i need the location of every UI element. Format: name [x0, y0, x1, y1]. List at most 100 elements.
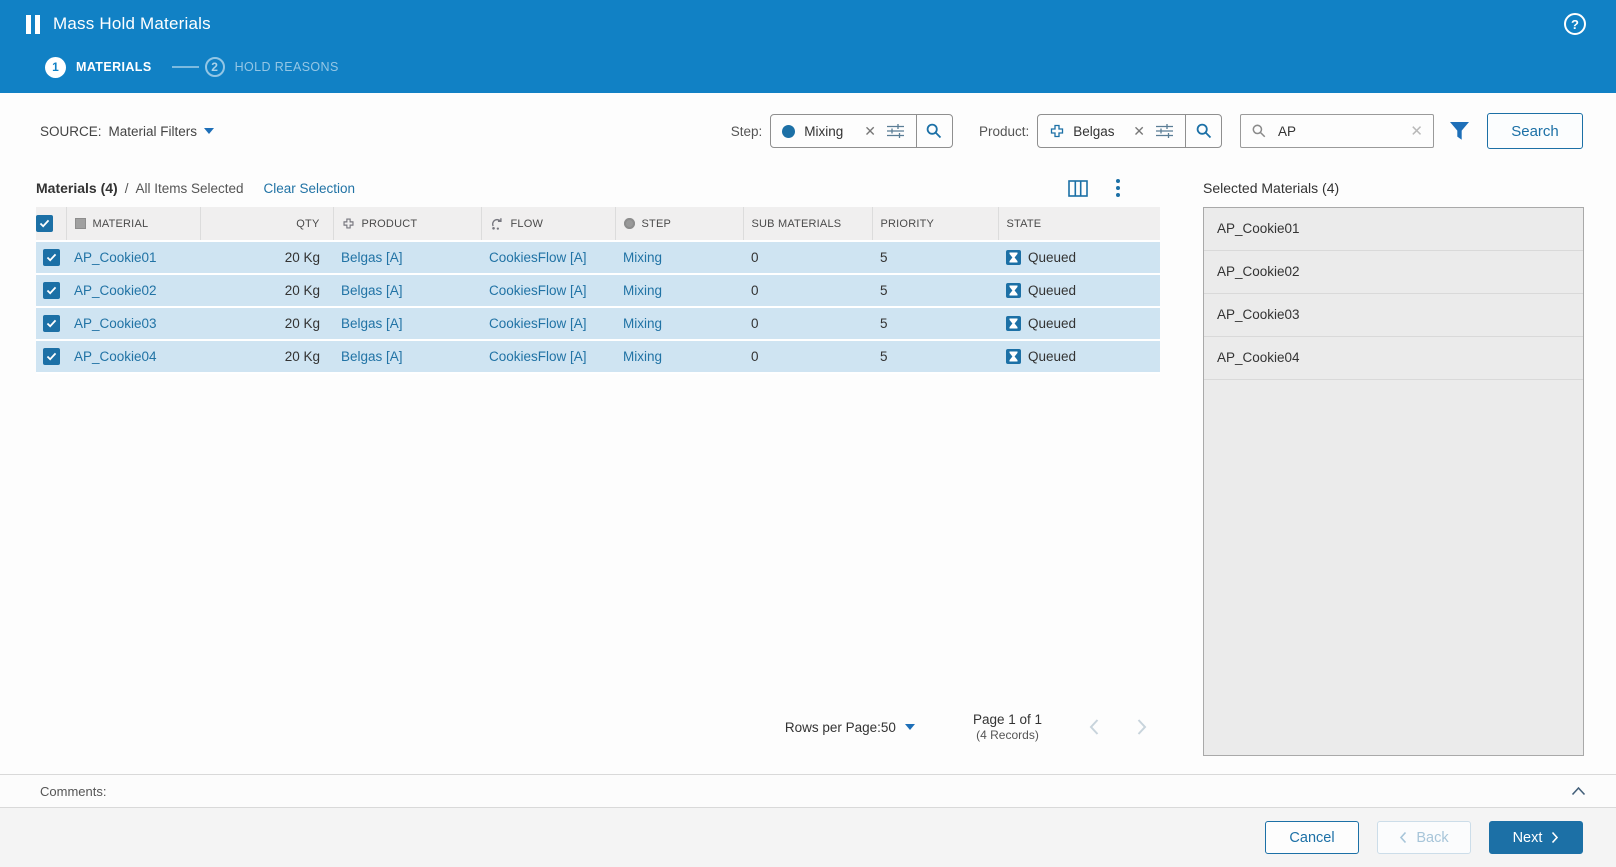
chevron-down-icon	[204, 128, 215, 134]
clear-selection-link[interactable]: Clear Selection	[264, 181, 356, 196]
column-header-state[interactable]: STATE	[1007, 218, 1042, 230]
filter-funnel-button[interactable]	[1448, 120, 1471, 142]
cancel-button[interactable]: Cancel	[1265, 821, 1359, 854]
column-header-material[interactable]: MATERIAL	[93, 218, 149, 230]
list-item: AP_Cookie03	[1204, 294, 1583, 337]
product-filter-chip: Belgas ✕	[1037, 114, 1222, 148]
materials-count-title: Materials (4)	[36, 180, 118, 196]
qty-cell: 20 Kg	[200, 340, 333, 374]
next-page-button[interactable]	[1136, 718, 1148, 736]
source-value: Material Filters	[108, 123, 198, 139]
state-badge: Queued	[1028, 316, 1077, 331]
flow-link[interactable]: CookiesFlow [A]	[489, 283, 587, 298]
selected-materials-title: Selected Materials (4)	[1203, 180, 1340, 196]
wizard-step-1-circle[interactable]: 1	[45, 56, 66, 78]
table-row: AP_Cookie03 20 Kg Belgas [A] CookiesFlow…	[36, 307, 1160, 341]
step-link[interactable]: Mixing	[623, 250, 662, 265]
step-link[interactable]: Mixing	[623, 316, 662, 331]
previous-page-button[interactable]	[1088, 718, 1100, 736]
materials-table: MATERIAL QTY PRODUCT FLOW STEP SUB MATER…	[36, 207, 1160, 374]
row-checkbox[interactable]	[42, 282, 60, 299]
material-link[interactable]: AP_Cookie01	[74, 250, 157, 265]
step-filter-value: Mixing	[804, 123, 844, 139]
selected-materials-section: Selected Materials (4) AP_Cookie01 AP_Co…	[1203, 169, 1584, 756]
chevron-up-icon	[1571, 786, 1586, 796]
back-button[interactable]: Back	[1377, 821, 1471, 854]
hourglass-icon	[1006, 316, 1021, 331]
source-label: SOURCE:	[40, 123, 102, 139]
product-link[interactable]: Belgas [A]	[341, 283, 403, 298]
product-icon	[1049, 123, 1065, 139]
step-filter-label: Step:	[730, 123, 763, 139]
remove-product-filter-button[interactable]: ✕	[1133, 124, 1145, 138]
sub-materials-cell: 0	[743, 307, 872, 341]
page-indicator: Page 1 of 1	[972, 712, 1042, 727]
select-all-checkbox[interactable]	[36, 215, 53, 232]
remove-step-filter-button[interactable]: ✕	[864, 124, 876, 138]
next-button[interactable]: Next	[1489, 821, 1583, 854]
column-header-product[interactable]: PRODUCT	[362, 218, 418, 230]
product-filter-settings-icon[interactable]	[1155, 123, 1174, 139]
column-chooser-icon[interactable]	[1068, 179, 1088, 197]
wizard-steps: 1 MATERIALS 2 HOLD REASONS	[0, 48, 1616, 86]
mass-hold-materials-window: Mass Hold Materials ? 1 MATERIALS 2 HOLD…	[0, 0, 1616, 867]
materials-table-section: Materials (4) / All Items Selected Clear…	[36, 169, 1160, 756]
material-search-input[interactable]	[1276, 122, 1402, 140]
column-header-sub-materials[interactable]: SUB MATERIALS	[752, 218, 842, 230]
step-search-button[interactable]	[915, 115, 952, 147]
wizard-footer: Cancel Back Next	[0, 808, 1616, 867]
column-header-step[interactable]: STEP	[642, 218, 672, 230]
product-filter-label: Product:	[978, 123, 1030, 139]
qty-cell: 20 Kg	[200, 241, 333, 275]
flow-link[interactable]: CookiesFlow [A]	[489, 316, 587, 331]
list-item: AP_Cookie01	[1204, 208, 1583, 251]
priority-cell: 5	[872, 241, 998, 275]
rows-per-page-value: 50	[880, 719, 896, 735]
flow-link[interactable]: CookiesFlow [A]	[489, 349, 587, 364]
priority-cell: 5	[872, 340, 998, 374]
chevron-right-icon	[1137, 719, 1147, 735]
rows-per-page-label: Rows per Page:	[784, 719, 881, 735]
search-icon	[1251, 123, 1267, 139]
column-header-priority[interactable]: PRIORITY	[881, 218, 935, 230]
column-header-qty[interactable]: QTY	[296, 218, 319, 230]
help-icon[interactable]: ?	[1564, 13, 1586, 35]
comments-section: Comments:	[0, 774, 1616, 808]
title-divider: /	[124, 180, 129, 196]
flow-icon	[490, 217, 504, 230]
wizard-step-2-label[interactable]: HOLD REASONS	[235, 60, 339, 74]
priority-cell: 5	[872, 307, 998, 341]
material-link[interactable]: AP_Cookie04	[74, 349, 157, 364]
comments-label: Comments:	[40, 783, 107, 799]
flow-link[interactable]: CookiesFlow [A]	[489, 250, 587, 265]
rows-per-page-dropdown[interactable]: Rows per Page: 50	[785, 720, 915, 735]
wizard-step-2-circle[interactable]: 2	[204, 57, 225, 77]
row-checkbox[interactable]	[42, 348, 60, 365]
table-row: AP_Cookie02 20 Kg Belgas [A] CookiesFlow…	[36, 274, 1160, 308]
collapse-comments-button[interactable]	[1571, 786, 1586, 796]
step-filter-settings-icon[interactable]	[886, 123, 905, 139]
funnel-icon	[1450, 122, 1469, 140]
material-link[interactable]: AP_Cookie03	[74, 316, 157, 331]
table-row: AP_Cookie01 20 Kg Belgas [A] CookiesFlow…	[36, 241, 1160, 275]
clear-search-icon[interactable]: ✕	[1410, 124, 1423, 139]
product-link[interactable]: Belgas [A]	[341, 250, 403, 265]
wizard-step-1-label[interactable]: MATERIALS	[76, 60, 152, 74]
selection-status: All Items Selected	[135, 180, 244, 196]
step-link[interactable]: Mixing	[623, 349, 662, 364]
product-search-button[interactable]	[1185, 115, 1221, 147]
product-link[interactable]: Belgas [A]	[341, 316, 403, 331]
product-link[interactable]: Belgas [A]	[341, 349, 403, 364]
row-checkbox[interactable]	[42, 315, 60, 332]
state-badge: Queued	[1028, 283, 1077, 298]
row-checkbox[interactable]	[42, 249, 60, 266]
selected-materials-list: AP_Cookie01 AP_Cookie02 AP_Cookie03 AP_C…	[1203, 207, 1584, 756]
source-filter-dropdown[interactable]: SOURCE: Material Filters	[40, 123, 215, 139]
chevron-left-icon	[1400, 831, 1407, 844]
search-button[interactable]: Search	[1487, 113, 1583, 149]
more-options-kebab-icon[interactable]	[1116, 179, 1120, 197]
material-link[interactable]: AP_Cookie02	[74, 283, 157, 298]
qty-cell: 20 Kg	[200, 274, 333, 308]
step-link[interactable]: Mixing	[623, 283, 662, 298]
column-header-flow[interactable]: FLOW	[511, 218, 544, 230]
